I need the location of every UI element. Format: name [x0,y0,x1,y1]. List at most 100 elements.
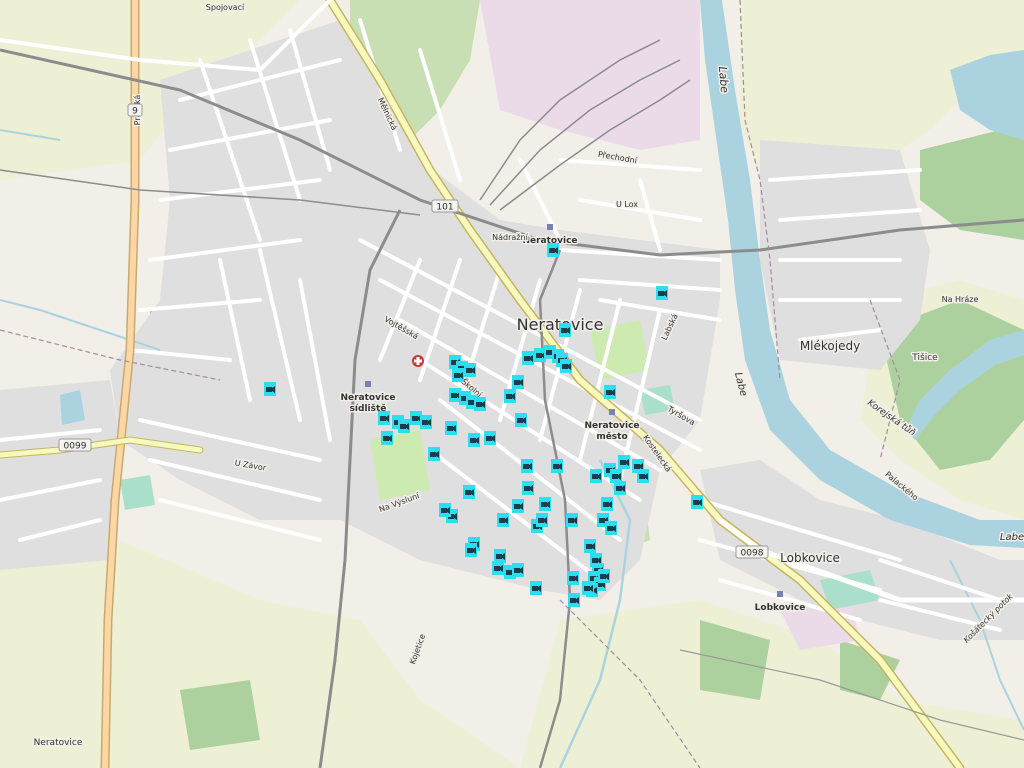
station-name-line: město [596,431,627,442]
video-camera-icon[interactable] [568,593,580,607]
video-camera-icon[interactable] [512,375,524,389]
video-camera-icon[interactable] [598,569,610,583]
video-camera-icon[interactable] [381,431,393,445]
video-camera-icon[interactable] [559,323,571,337]
station-label[interactable]: Neratovicesídliště [339,381,397,416]
camera-body [412,416,418,421]
camera-body [549,248,555,253]
video-camera-icon[interactable] [582,581,594,595]
road-label: Spojovací [206,3,245,12]
video-camera-icon[interactable] [465,543,477,557]
road-label: Přechodní [597,150,638,166]
video-camera-icon[interactable] [539,497,551,511]
video-camera-icon[interactable] [484,431,496,445]
station-icon [365,381,371,387]
video-camera-icon[interactable] [512,499,524,513]
video-camera-icon[interactable] [463,485,475,499]
camera-body [467,548,473,553]
station-name-line: Neratovice [584,421,639,431]
road-label: U Lox [616,200,638,209]
video-camera-icon[interactable] [584,539,596,553]
video-camera-icon[interactable] [604,385,616,399]
video-camera-icon[interactable] [522,351,534,365]
place-labels: Tišice Kojetice Neratovice [32,351,940,750]
water-label: Korejská tůň [865,397,917,438]
road-ref-text: 101 [436,203,453,213]
place-label: Kojetice [408,633,427,666]
camera-body [496,554,502,559]
video-camera-icon[interactable] [551,459,563,473]
camera-body [561,328,567,333]
camera-body [584,586,590,591]
video-camera-icon[interactable] [522,481,534,495]
video-camera-icon[interactable] [428,447,440,461]
video-camera-icon[interactable] [566,513,578,527]
station-label[interactable]: Lobkovice [753,591,807,615]
video-camera-icon[interactable] [504,389,516,403]
video-camera-icon[interactable] [605,521,617,535]
video-camera-icon[interactable] [474,397,486,411]
station-icon [547,224,553,230]
video-camera-icon[interactable] [468,433,480,447]
camera-body [524,486,530,491]
map-overlay-layer: NeratoviceMlékojedyLobkovice NeratoviceN… [32,2,1024,750]
video-camera-icon[interactable] [614,481,626,495]
camera-body [600,574,606,579]
station-label[interactable]: Neratovice [521,224,579,248]
video-camera-icon[interactable] [560,359,572,373]
camera-body [486,436,492,441]
video-camera-icon[interactable] [691,495,703,509]
video-camera-icon[interactable] [590,469,602,483]
camera-body [514,504,520,509]
road-label: Labská [660,312,680,341]
video-camera-icon[interactable] [536,513,548,527]
camera-body [514,380,520,385]
video-camera-icon[interactable] [452,368,464,382]
video-camera-icon[interactable] [530,581,542,595]
camera-body [562,364,568,369]
map-canvas[interactable]: NeratoviceMlékojedyLobkovice NeratoviceN… [0,0,1024,768]
video-camera-icon[interactable] [497,513,509,527]
station-label[interactable]: Neratoviceměsto [583,409,641,444]
road-label: Tyršova [665,403,697,427]
town-labels: Neratovice Mlékojedy Lobkovice [515,314,862,567]
video-camera-icon[interactable] [420,415,432,429]
video-camera-icon[interactable] [637,469,649,483]
camera-body [546,350,552,355]
video-camera-icon[interactable] [656,286,668,300]
camera-body [599,518,605,523]
camera-body [454,373,460,378]
camera-body [380,416,386,421]
camera-body [658,291,664,296]
video-camera-icon[interactable] [515,413,527,427]
video-camera-icon[interactable] [398,419,410,433]
camera-body [532,586,538,591]
video-camera-icon[interactable] [494,549,506,563]
road-ref-text: 9 [132,107,138,117]
hospital-marker[interactable] [412,355,424,367]
camera-body [506,394,512,399]
video-camera-icon[interactable] [521,459,533,473]
camera-body [606,390,612,395]
video-camera-icon[interactable] [264,382,276,396]
video-camera-icon[interactable] [567,571,579,585]
video-camera-icon[interactable] [512,563,524,577]
video-camera-icon[interactable] [378,411,390,425]
camera-body [592,474,598,479]
road-label: U Závor [234,458,267,472]
camera-body [430,452,436,457]
road-label: Na Výsluní [378,491,421,514]
video-camera-icon[interactable] [439,503,451,517]
camera-body [441,508,447,513]
video-camera-icon[interactable] [601,497,613,511]
road-ref-shield: 9 [127,103,143,118]
video-camera-icon[interactable] [610,469,622,483]
video-camera-icon[interactable] [445,421,457,435]
camera-body [538,518,544,523]
camera-body [383,436,389,441]
road-ref-shield: 0098 [735,545,769,560]
video-camera-icon[interactable] [464,363,476,377]
video-camera-icon[interactable] [547,243,559,257]
video-camera-icon[interactable] [618,455,630,469]
video-camera-icon[interactable] [492,561,504,575]
